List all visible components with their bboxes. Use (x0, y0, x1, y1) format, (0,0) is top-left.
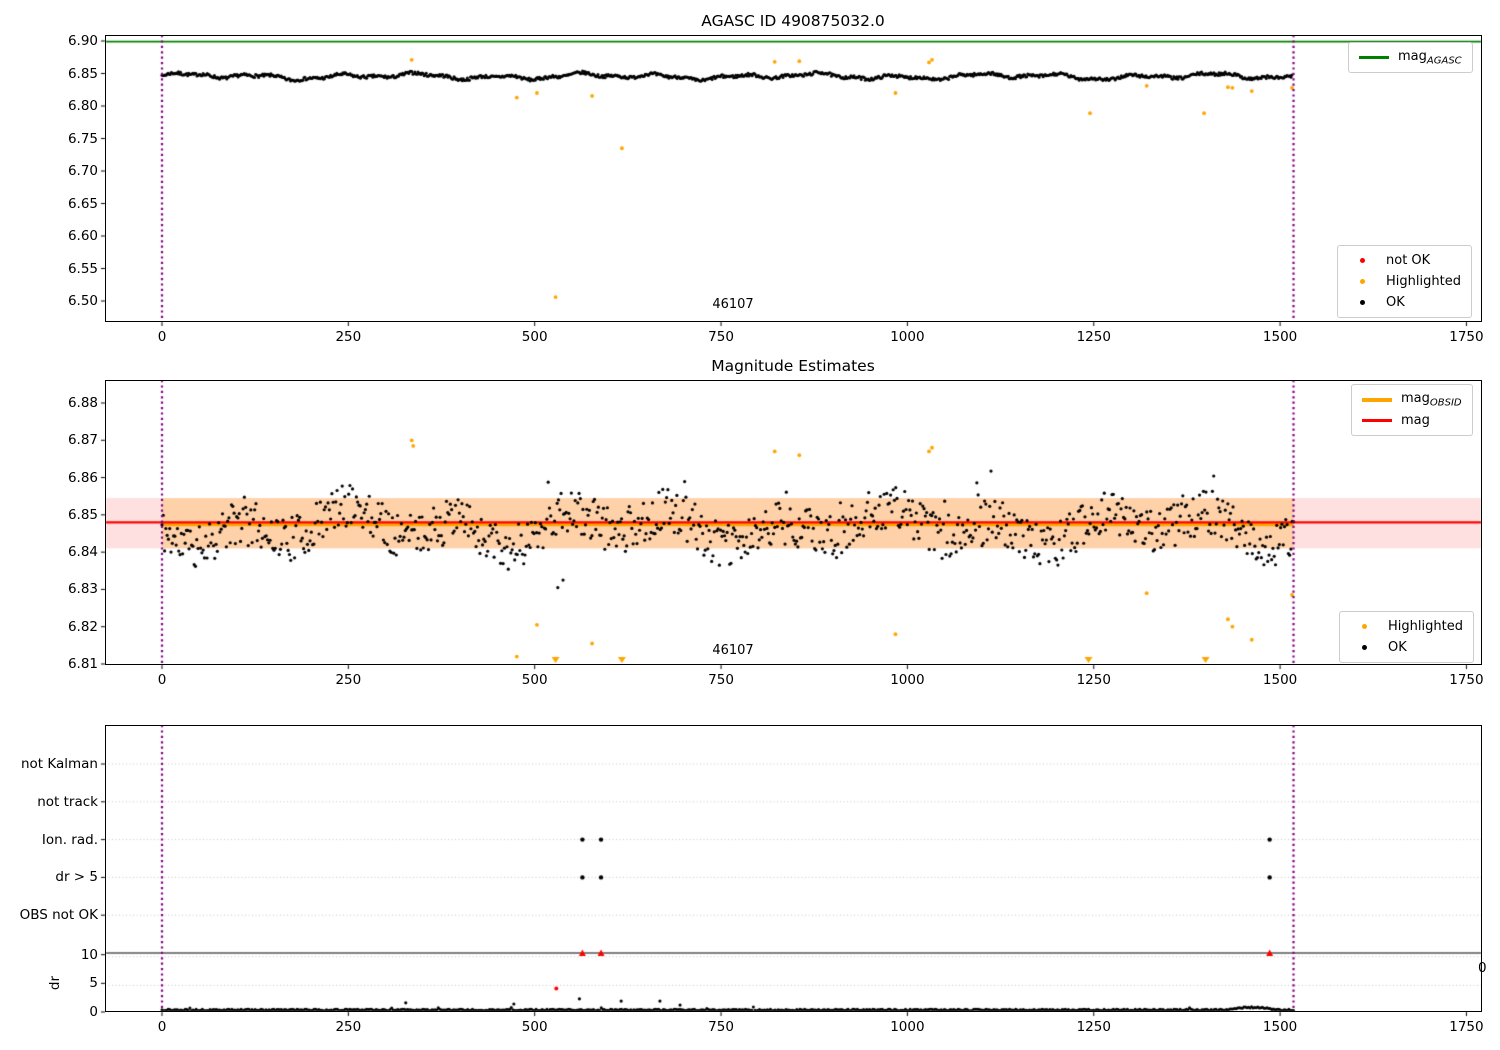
legend-label: magAGASC (1398, 48, 1462, 67)
legend-label: OK (1386, 295, 1405, 310)
x-tick-label: 1250 (1076, 672, 1111, 688)
y-tick-label: 6.81 (67, 655, 98, 672)
legend-row: not OK (1348, 251, 1461, 270)
y-tick-label: 6.87 (67, 432, 98, 449)
y-tick-label: 6.80 (67, 98, 98, 114)
highlighted-marker-swatch (1362, 624, 1367, 629)
panel-middle-title: Magnitude Estimates (711, 357, 875, 375)
x-tick-label: 1500 (1262, 1019, 1298, 1035)
mag-obsid-line-swatch (1362, 397, 1392, 402)
x-tick-label: 750 (708, 1019, 734, 1035)
y-tick-label: 6.86 (67, 469, 98, 486)
y-tick-label: 6.88 (67, 395, 98, 411)
legend-row: OK (1348, 293, 1461, 312)
x-tick-label: 0 (157, 672, 167, 688)
y-tick-label: 6.50 (67, 293, 98, 309)
legend-row: magAGASC (1359, 48, 1462, 67)
legend-label: magOBSID (1401, 390, 1462, 409)
highlighted-marker-swatch (1360, 279, 1365, 284)
x-tick-label: 1000 (890, 329, 925, 345)
legend-row: mag (1362, 411, 1462, 430)
x-tick-label: 1000 (890, 1019, 925, 1035)
dr-tick-label: 10 (80, 946, 98, 963)
legend-mag-lines: magOBSID mag (1351, 384, 1473, 436)
x-tick-label: 1750 (1449, 329, 1484, 345)
dr-tick-label: 5 (89, 975, 98, 992)
y-tick-label: 6.84 (67, 544, 98, 561)
y-tick-label: 6.60 (67, 228, 98, 244)
legend-label: OK (1388, 640, 1407, 655)
legend-label: not OK (1386, 253, 1431, 268)
flag-category-label: dr > 5 (55, 869, 98, 886)
legend-label: mag (1401, 413, 1430, 428)
legend-top-markers: not OK Highlighted OK (1337, 245, 1472, 318)
ok-marker-swatch (1362, 645, 1367, 650)
mag-agasc-line-swatch (1359, 56, 1389, 59)
flag-category-label: not Kalman (20, 756, 98, 772)
legend-mag-agasc: magAGASC (1348, 42, 1473, 73)
legend-label: Highlighted (1386, 274, 1461, 289)
y-tick-label: 6.70 (67, 163, 98, 179)
x-tick-label: 1500 (1262, 672, 1298, 688)
x-tick-label: 0 (157, 329, 167, 345)
x-tick-label: 1750 (1449, 672, 1484, 688)
x-tick-label: 1250 (1076, 329, 1111, 345)
legend-row: magOBSID (1362, 390, 1462, 409)
panel-bottom-axes (105, 725, 1482, 1012)
panel-top-axes (105, 35, 1482, 322)
figure: AGASC ID 490875032.0 Magnitude Estimates… (0, 0, 1500, 1050)
x-tick-label: 500 (521, 329, 548, 345)
y-tick-label: 6.85 (67, 506, 98, 523)
panel-top-title: AGASC ID 490875032.0 (701, 12, 885, 30)
x-tick-label: 1250 (1076, 1019, 1111, 1035)
y-tick-label: 6.65 (67, 195, 98, 212)
y-tick-label: 6.82 (67, 618, 98, 635)
flag-category-label: Ion. rad. (41, 831, 98, 848)
panel-middle-axes (105, 380, 1482, 665)
not-ok-marker-swatch (1360, 258, 1365, 263)
legend-row: OK (1350, 638, 1463, 657)
x-tick-label: 1000 (890, 672, 925, 688)
x-tick-label: 250 (335, 672, 362, 688)
obsid-annotation-middle: 46107 (712, 643, 754, 658)
x-tick-label: 500 (521, 672, 548, 688)
x-tick-label: 0 (157, 1019, 167, 1035)
legend-row: Highlighted (1348, 272, 1461, 291)
x-tick-label: 250 (335, 1019, 362, 1035)
flag-category-label: not track (37, 793, 98, 810)
y-tick-label: 6.90 (67, 33, 98, 49)
x-tick-label: 500 (521, 1019, 548, 1035)
mag-line-swatch (1362, 419, 1392, 422)
x-tick-label: 750 (708, 329, 734, 345)
x-tick-label: 1500 (1262, 329, 1298, 345)
x-tick-label: 750 (708, 672, 734, 688)
y-tick-label: 6.83 (67, 581, 98, 598)
legend-label: Highlighted (1388, 619, 1463, 634)
x-tick-label: 1750 (1449, 1019, 1484, 1035)
dr-tick-label: 0 (89, 1004, 98, 1020)
flag-category-label: OBS not OK (19, 907, 98, 924)
y-tick-label: 6.55 (67, 260, 98, 277)
y-tick-label: 6.85 (67, 65, 98, 82)
right-edge-clipped-label: 0 (1478, 960, 1487, 976)
ok-marker-swatch (1360, 300, 1365, 305)
obsid-annotation-top: 46107 (712, 297, 754, 312)
legend-middle-markers: Highlighted OK (1339, 611, 1474, 663)
legend-row: Highlighted (1350, 617, 1463, 636)
x-tick-label: 250 (335, 329, 362, 345)
y-tick-label: 6.75 (67, 130, 98, 147)
